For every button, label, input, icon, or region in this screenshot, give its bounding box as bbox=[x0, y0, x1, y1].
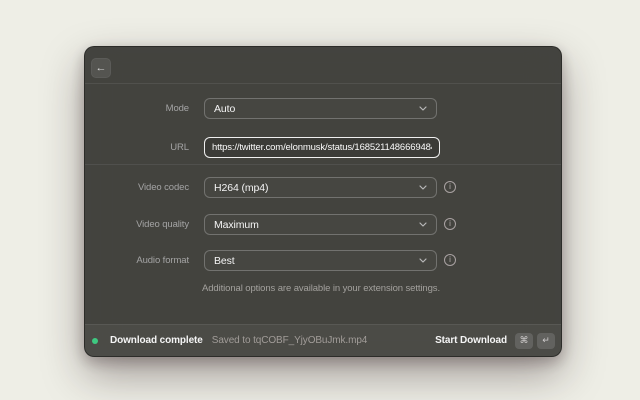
info-glyph: i bbox=[449, 183, 451, 191]
status-text: Download complete bbox=[110, 335, 203, 346]
saved-file-text: Saved to tqCOBF_YjyOBuJmk.mp4 bbox=[212, 335, 368, 346]
downloader-dialog: ← Mode Auto URL Video codec H264 (mp4) i… bbox=[84, 46, 562, 357]
video-codec-label: Video codec bbox=[85, 177, 189, 198]
dialog-header: ← bbox=[85, 47, 561, 84]
video-quality-label: Video quality bbox=[85, 214, 189, 235]
status-bar: Download complete Saved to tqCOBF_YjyOBu… bbox=[85, 324, 561, 356]
audio-format-select[interactable]: Best bbox=[204, 250, 437, 271]
audio-format-label: Audio format bbox=[85, 250, 189, 271]
info-glyph: i bbox=[449, 220, 451, 228]
back-arrow-icon: ← bbox=[96, 62, 107, 74]
video-quality-select-value: Maximum bbox=[214, 219, 259, 231]
chevron-down-icon bbox=[419, 258, 427, 263]
chevron-down-icon bbox=[419, 106, 427, 111]
back-button[interactable]: ← bbox=[91, 58, 111, 78]
section-divider bbox=[85, 164, 561, 165]
url-input[interactable] bbox=[204, 137, 440, 158]
url-row: URL bbox=[85, 137, 561, 158]
video-quality-row: Video quality Maximum i bbox=[85, 214, 561, 235]
video-codec-select-value: H264 (mp4) bbox=[214, 182, 268, 194]
chevron-down-icon bbox=[419, 185, 427, 190]
video-codec-select[interactable]: H264 (mp4) bbox=[204, 177, 437, 198]
mode-select[interactable]: Auto bbox=[204, 98, 437, 119]
mode-row: Mode Auto bbox=[85, 98, 561, 119]
url-label: URL bbox=[85, 137, 189, 158]
info-icon[interactable]: i bbox=[444, 218, 456, 230]
command-key-icon: ⌘ bbox=[515, 333, 533, 349]
info-glyph: i bbox=[449, 256, 451, 264]
start-download-button[interactable]: Start Download bbox=[435, 335, 507, 346]
return-key-icon: ↵ bbox=[537, 333, 555, 349]
mode-label: Mode bbox=[85, 98, 189, 119]
audio-format-row: Audio format Best i bbox=[85, 250, 561, 271]
chevron-down-icon bbox=[419, 222, 427, 227]
status-dot bbox=[92, 338, 98, 344]
shortcut-keys: ⌘ ↵ bbox=[515, 333, 555, 349]
info-icon[interactable]: i bbox=[444, 254, 456, 266]
info-icon[interactable]: i bbox=[444, 181, 456, 193]
extension-settings-note: Additional options are available in your… bbox=[175, 283, 467, 294]
audio-format-select-value: Best bbox=[214, 255, 235, 267]
video-quality-select[interactable]: Maximum bbox=[204, 214, 437, 235]
video-codec-row: Video codec H264 (mp4) i bbox=[85, 177, 561, 198]
mode-select-value: Auto bbox=[214, 103, 235, 115]
